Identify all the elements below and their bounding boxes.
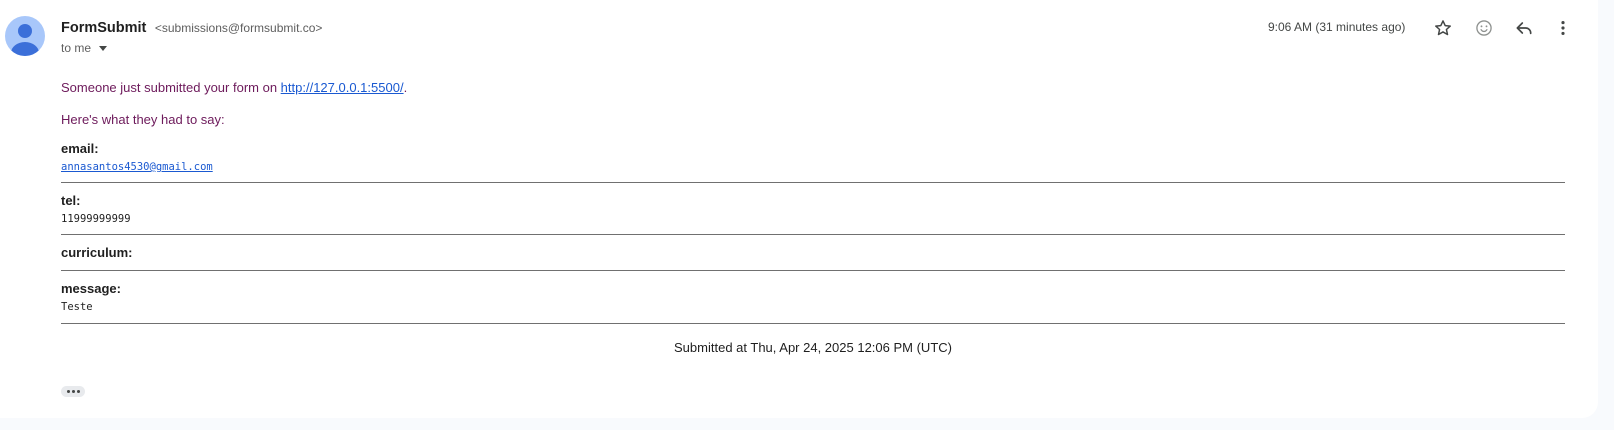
reply-icon bbox=[1516, 22, 1532, 35]
ellipsis-dot bbox=[76, 390, 80, 393]
email-message-card: FormSubmit <submissions@formsubmit.co> t… bbox=[0, 0, 1598, 418]
avatar-body-shape bbox=[11, 42, 39, 56]
intro-suffix: . bbox=[403, 80, 408, 95]
show-trimmed-content-button[interactable] bbox=[61, 386, 85, 397]
intro-line: Someone just submitted your form on http… bbox=[61, 78, 1565, 98]
field-label: curriculum: bbox=[61, 245, 133, 260]
recipient-details-toggle[interactable]: to me bbox=[61, 41, 108, 55]
field-message: message: Teste bbox=[61, 281, 1565, 324]
intro-prefix: Someone just submitted your form on bbox=[61, 80, 281, 95]
form-url-link[interactable]: http://127.0.0.1:5500/ bbox=[281, 80, 404, 95]
more-options-button[interactable] bbox=[1549, 14, 1577, 42]
field-email: email: annasantos4530@gmail.com bbox=[61, 141, 1565, 183]
intro-line-2: Here's what they had to say: bbox=[61, 112, 225, 127]
reply-button[interactable] bbox=[1510, 14, 1538, 42]
sender-name[interactable]: FormSubmit bbox=[61, 20, 146, 36]
emoji-icon bbox=[1476, 20, 1492, 36]
avatar-head-shape bbox=[18, 24, 32, 38]
ellipsis-dot bbox=[71, 390, 75, 393]
add-reaction-button[interactable] bbox=[1470, 14, 1498, 42]
sender-avatar[interactable] bbox=[5, 16, 45, 56]
message-timestamp: 9:06 AM (31 minutes ago) bbox=[1268, 20, 1406, 34]
field-label: message: bbox=[61, 281, 121, 296]
field-tel: tel: 11999999999 bbox=[61, 193, 1565, 235]
field-curriculum: curriculum: bbox=[61, 245, 1565, 271]
more-vert-icon bbox=[1561, 21, 1565, 35]
email-link[interactable]: annasantos4530@gmail.com bbox=[61, 161, 213, 173]
field-value: Teste bbox=[61, 301, 93, 313]
field-label: tel: bbox=[61, 193, 81, 208]
recipient-label: to me bbox=[61, 41, 92, 55]
sender-line: FormSubmit <submissions@formsubmit.co> bbox=[61, 19, 322, 37]
star-icon bbox=[1435, 20, 1451, 36]
field-value: annasantos4530@gmail.com bbox=[61, 160, 1565, 174]
submitted-at-text: Submitted at Thu, Apr 24, 2025 12:06 PM … bbox=[674, 340, 952, 355]
message-body: Someone just submitted your form on http… bbox=[61, 78, 1565, 356]
field-label: email: bbox=[61, 141, 99, 156]
ellipsis-dot bbox=[66, 390, 70, 393]
sender-email: <submissions@formsubmit.co> bbox=[154, 21, 323, 35]
star-button[interactable] bbox=[1429, 14, 1457, 42]
chevron-down-icon[interactable] bbox=[99, 46, 108, 51]
field-value: 11999999999 bbox=[61, 213, 131, 225]
